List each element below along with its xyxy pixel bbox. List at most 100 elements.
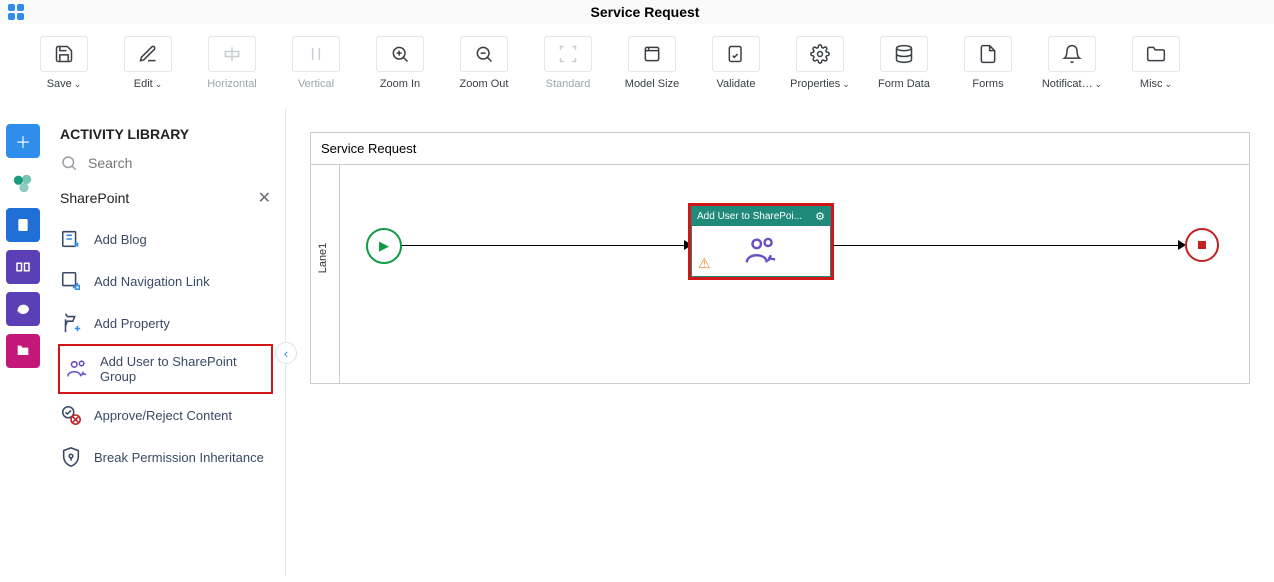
toolbar-edit[interactable]: Edit⌄: [108, 36, 188, 90]
toolbar-save[interactable]: Save⌄: [24, 36, 104, 90]
activity-add-property[interactable]: Add Property: [46, 302, 285, 344]
toolbar-save-label: Save: [47, 78, 72, 90]
toolbar-properties-label: Properties: [790, 78, 840, 90]
process-canvas-wrap: Service Request Lane1 ▶ Add User to Shar…: [286, 108, 1274, 576]
connector-1: [402, 245, 691, 246]
category-label: SharePoint: [60, 190, 129, 206]
toolbar-formdata-label: Form Data: [878, 78, 930, 90]
add-user-icon: [742, 234, 780, 268]
zoom-out-icon: [460, 36, 508, 72]
process-name: Service Request: [311, 133, 1249, 165]
toolbar-validate[interactable]: Validate: [696, 36, 776, 90]
activity-node[interactable]: Add User to SharePoi... ⚙ ⚠: [691, 206, 831, 277]
edit-icon: [124, 36, 172, 72]
activity-library-panel: ACTIVITY LIBRARY SharePoint ✕ Add Blog A…: [46, 108, 286, 576]
activity-add-user-to-sharepoint-group[interactable]: Add User to SharePoint Group: [58, 344, 273, 394]
search-row: [46, 150, 285, 182]
search-input[interactable]: [88, 155, 271, 171]
add-user-icon: [66, 358, 88, 380]
shield-icon: [60, 446, 82, 468]
end-node[interactable]: [1185, 228, 1219, 262]
validate-icon: [712, 36, 760, 72]
folder-icon: [1132, 36, 1180, 72]
activity-break-permission-inheritance[interactable]: Break Permission Inheritance: [46, 436, 285, 478]
gear-icon[interactable]: ⚙: [815, 210, 825, 223]
toolbar-modelsize-label: Model Size: [625, 78, 679, 90]
approve-icon: [60, 404, 82, 426]
chevron-down-icon: ⌄: [155, 79, 163, 90]
bell-icon: [1048, 36, 1096, 72]
app-header: Service Request: [0, 0, 1274, 24]
toolbar: Save⌄ Edit⌄ Horizontal Vertical Zoom In …: [0, 24, 1274, 108]
toolbar-vertical-label: Vertical: [298, 78, 334, 90]
model-size-icon: [628, 36, 676, 72]
toolbar-form-data[interactable]: Form Data: [864, 36, 944, 90]
connector-2: [833, 245, 1183, 246]
page-title: Service Request: [24, 4, 1266, 20]
rail-activity-icon[interactable]: [6, 250, 40, 284]
nav-link-icon: [60, 270, 82, 292]
activity-add-navigation-link[interactable]: Add Navigation Link: [46, 260, 285, 302]
toolbar-zoomout-label: Zoom Out: [460, 78, 509, 90]
process-canvas[interactable]: Service Request Lane1 ▶ Add User to Shar…: [310, 132, 1250, 384]
toolbar-validate-label: Validate: [717, 78, 756, 90]
rail-clipboard-icon[interactable]: [6, 208, 40, 242]
activity-label: Add Navigation Link: [94, 274, 210, 289]
rail-chat-icon[interactable]: [6, 292, 40, 326]
toolbar-properties[interactable]: Properties⌄: [780, 36, 860, 90]
warning-icon: ⚠: [698, 255, 711, 272]
toolbar-model-size[interactable]: Model Size: [612, 36, 692, 90]
property-icon: [60, 312, 82, 334]
activity-node-header: Add User to SharePoi... ⚙: [692, 207, 830, 226]
search-icon: [60, 154, 78, 172]
database-icon: [880, 36, 928, 72]
toolbar-notifications[interactable]: Notificat…⌄: [1032, 36, 1112, 90]
toolbar-zoom-in[interactable]: Zoom In: [360, 36, 440, 90]
toolbar-forms[interactable]: Forms: [948, 36, 1028, 90]
collapse-sidebar-button[interactable]: ‹: [275, 342, 297, 364]
activity-label: Break Permission Inheritance: [94, 450, 264, 465]
gear-icon: [796, 36, 844, 72]
forms-icon: [964, 36, 1012, 72]
zoom-in-icon: [376, 36, 424, 72]
activity-label: Add Blog: [94, 232, 147, 247]
close-icon[interactable]: ✕: [258, 188, 271, 208]
toolbar-edit-label: Edit: [134, 78, 153, 90]
toolbar-horizontal-label: Horizontal: [207, 78, 257, 90]
activity-label: Approve/Reject Content: [94, 408, 232, 423]
toolbar-horizontal: Horizontal: [192, 36, 272, 90]
chevron-down-icon: ⌄: [842, 79, 850, 90]
activity-node-title: Add User to SharePoi...: [697, 211, 802, 222]
toolbar-forms-label: Forms: [972, 78, 1003, 90]
category-row: SharePoint ✕: [46, 182, 285, 218]
toolbar-standard: Standard: [528, 36, 608, 90]
rail-sharepoint-icon[interactable]: [6, 166, 40, 200]
chevron-down-icon: ⌄: [1095, 79, 1103, 90]
app-menu-icon[interactable]: [8, 4, 24, 20]
chevron-down-icon: ⌄: [74, 79, 82, 90]
activity-label: Add Property: [94, 316, 170, 331]
toolbar-notify-label: Notificat…: [1042, 78, 1093, 90]
toolbar-standard-label: Standard: [546, 78, 591, 90]
toolbar-vertical: Vertical: [276, 36, 356, 90]
toolbar-zoom-out[interactable]: Zoom Out: [444, 36, 524, 90]
activity-add-blog[interactable]: Add Blog: [46, 218, 285, 260]
start-node[interactable]: ▶: [366, 228, 402, 264]
left-rail: ＋: [0, 108, 46, 576]
align-horizontal-icon: [208, 36, 256, 72]
sidebar-title: ACTIVITY LIBRARY: [46, 108, 285, 150]
blog-icon: [60, 228, 82, 250]
chevron-down-icon: ⌄: [1165, 79, 1173, 90]
rail-add-icon[interactable]: ＋: [6, 124, 40, 158]
activity-approve-reject-content[interactable]: Approve/Reject Content: [46, 394, 285, 436]
toolbar-misc[interactable]: Misc⌄: [1116, 36, 1196, 90]
toolbar-misc-label: Misc: [1140, 78, 1163, 90]
save-icon: [40, 36, 88, 72]
activity-label: Add User to SharePoint Group: [100, 354, 265, 384]
standard-icon: [544, 36, 592, 72]
activity-node-body: ⚠: [692, 226, 830, 276]
lane-label: Lane1: [317, 243, 329, 274]
lane-divider: [339, 165, 340, 383]
toolbar-zoomin-label: Zoom In: [380, 78, 420, 90]
rail-folder-icon[interactable]: [6, 334, 40, 368]
